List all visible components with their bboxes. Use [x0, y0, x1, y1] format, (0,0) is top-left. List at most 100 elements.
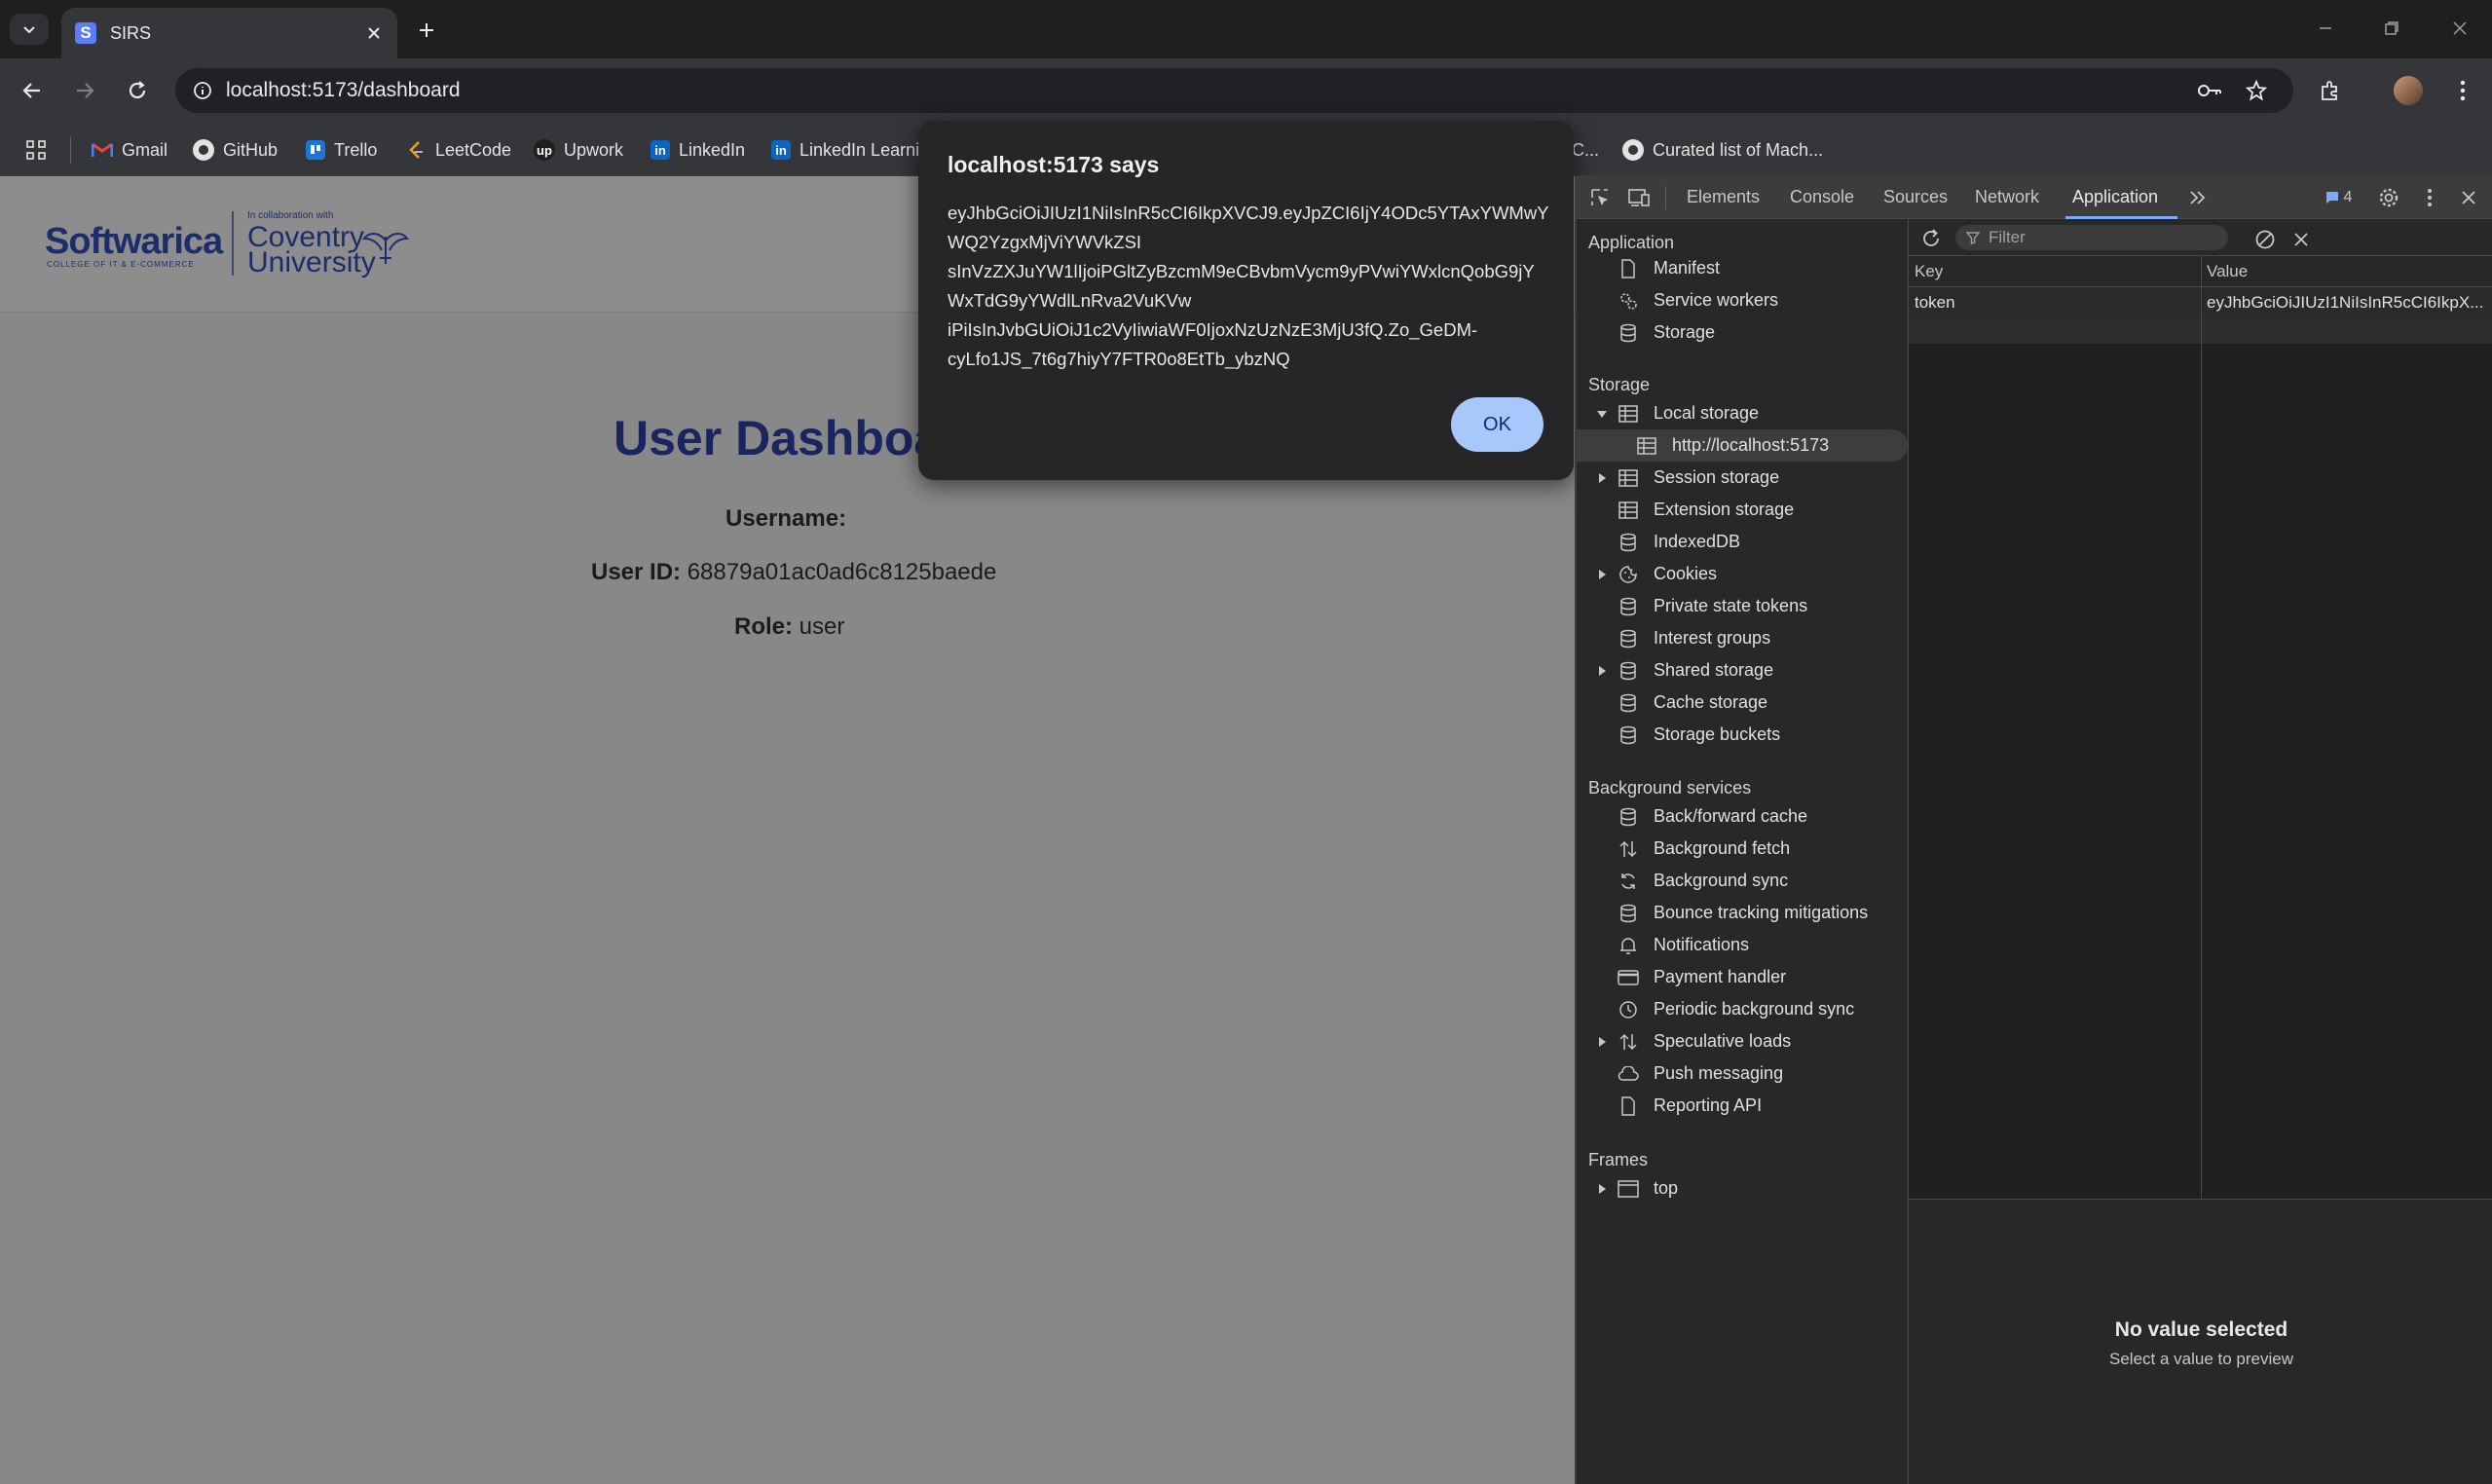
- sidebar-item-session-storage[interactable]: Session storage: [1577, 462, 1908, 494]
- sidebar-item-background-fetch[interactable]: Background fetch: [1577, 833, 1908, 865]
- arrow-right-icon: [77, 83, 94, 98]
- sidebar-item-indexeddb[interactable]: IndexedDB: [1577, 526, 1908, 558]
- profile-button[interactable]: [2392, 74, 2425, 107]
- caret-right-icon[interactable]: [1596, 1183, 1608, 1195]
- restore-icon: [2385, 21, 2399, 35]
- close-icon: [2453, 21, 2467, 35]
- info-icon[interactable]: [193, 81, 212, 100]
- apps-button[interactable]: [25, 135, 47, 165]
- sidebar-item-frame-top[interactable]: top: [1577, 1172, 1908, 1205]
- tab-console[interactable]: Console: [1790, 187, 1854, 207]
- url-text[interactable]: localhost:5173/dashboard: [226, 79, 461, 102]
- sidebar-item-service-workers[interactable]: Service workers: [1577, 284, 1908, 316]
- refresh-button[interactable]: [1918, 226, 1944, 251]
- caret-right-icon[interactable]: [1596, 472, 1608, 484]
- bookmark-github[interactable]: GitHub: [193, 135, 278, 165]
- device-toolbar-button[interactable]: [1625, 184, 1653, 211]
- bookmark-partial[interactable]: C...: [1572, 135, 1599, 165]
- new-tab-button[interactable]: [412, 16, 441, 45]
- sidebar-item-local-storage[interactable]: Local storage: [1577, 397, 1908, 429]
- sidebar-item-storage[interactable]: Storage: [1577, 316, 1908, 349]
- device-mode-icon: [1628, 189, 1650, 206]
- issues-count: 4: [2343, 189, 2353, 205]
- collaboration-label: In collaboration with: [247, 210, 334, 221]
- bookmark-leetcode[interactable]: LeetCode: [405, 135, 511, 165]
- application-sidebar: Application Manifest Service workers Sto…: [1577, 219, 1909, 1484]
- bookmark-linkedin-learning[interactable]: in LinkedIn Learni: [771, 135, 919, 165]
- bookmark-linkedin[interactable]: in LinkedIn: [651, 135, 745, 165]
- sidebar-item-bounce-tracking[interactable]: Bounce tracking mitigations: [1577, 897, 1908, 929]
- reload-button[interactable]: [121, 74, 154, 107]
- column-header-value[interactable]: Value: [2207, 262, 2248, 281]
- devtools-menu-button[interactable]: [2416, 184, 2443, 211]
- password-key-button[interactable]: [2193, 74, 2226, 107]
- sidebar-item-speculative-loads[interactable]: Speculative loads: [1577, 1025, 1908, 1057]
- section-application: Application: [1588, 233, 1675, 252]
- caret-down-icon[interactable]: [1596, 408, 1608, 420]
- bookmark-star-button[interactable]: [2240, 74, 2273, 107]
- tab-application[interactable]: Application: [2072, 187, 2158, 207]
- bookmark-upwork[interactable]: up Upwork: [534, 135, 623, 165]
- browser-tab[interactable]: S SIRS: [61, 8, 397, 58]
- back-button[interactable]: [16, 74, 49, 107]
- window-close-button[interactable]: [2440, 14, 2479, 43]
- sidebar-item-manifest[interactable]: Manifest: [1577, 252, 1908, 284]
- sidebar-item-periodic-background-sync[interactable]: Periodic background sync: [1577, 993, 1908, 1025]
- sidebar-item-background-sync[interactable]: Background sync: [1577, 865, 1908, 897]
- sidebar-item-reporting-api[interactable]: Reporting API: [1577, 1090, 1908, 1122]
- sidebar-item-extension-storage[interactable]: Extension storage: [1577, 494, 1908, 526]
- bookmark-trello[interactable]: Trello: [306, 135, 377, 165]
- sidebar-item-back-forward-cache[interactable]: Back/forward cache: [1577, 800, 1908, 833]
- user-id-label: User ID:: [591, 559, 682, 585]
- forward-button[interactable]: [68, 74, 101, 107]
- sidebar-item-private-state-tokens[interactable]: Private state tokens: [1577, 590, 1908, 622]
- bookmark-curated-list[interactable]: Curated list of Mach...: [1622, 135, 1823, 165]
- database-icon: [1618, 628, 1639, 649]
- toolbar-divider: [1665, 186, 1666, 209]
- more-tabs-button[interactable]: [2184, 184, 2212, 211]
- linkedin-icon: in: [771, 140, 791, 160]
- tab-sources[interactable]: Sources: [1883, 187, 1948, 207]
- cloud-icon: [1618, 1063, 1639, 1085]
- delete-selected-button[interactable]: [2288, 227, 2314, 252]
- devtools-settings-button[interactable]: [2375, 184, 2402, 211]
- sidebar-item-notifications[interactable]: Notifications: [1577, 929, 1908, 961]
- devtools-close-button[interactable]: [2455, 184, 2482, 211]
- filter-input[interactable]: Filter: [1955, 225, 2228, 250]
- sidebar-item-push-messaging[interactable]: Push messaging: [1577, 1057, 1908, 1090]
- bookmark-gmail[interactable]: Gmail: [92, 135, 167, 165]
- database-icon: [1618, 532, 1639, 553]
- sidebar-item-cache-storage[interactable]: Cache storage: [1577, 686, 1908, 719]
- clear-all-button[interactable]: [2252, 227, 2278, 252]
- ok-button[interactable]: OK: [1451, 397, 1544, 452]
- address-bar[interactable]: localhost:5173/dashboard: [175, 68, 2293, 113]
- sidebar-item-shared-storage[interactable]: Shared storage: [1577, 654, 1908, 686]
- tab-title: SIRS: [110, 22, 152, 43]
- role-row: Role: user: [734, 613, 844, 641]
- sidebar-item-payment-handler[interactable]: Payment handler: [1577, 961, 1908, 993]
- issues-counter[interactable]: 4: [2317, 184, 2360, 211]
- tab-elements[interactable]: Elements: [1687, 187, 1760, 207]
- minimize-button[interactable]: [2306, 14, 2345, 43]
- sidebar-item-interest-groups[interactable]: Interest groups: [1577, 622, 1908, 654]
- section-background-services: Background services: [1588, 778, 1752, 798]
- browser-menu-button[interactable]: [2446, 74, 2479, 107]
- caret-right-icon[interactable]: [1596, 1036, 1608, 1048]
- softwarica-logo[interactable]: Softwarica: [45, 221, 223, 263]
- sidebar-item-localhost-origin[interactable]: http://localhost:5173: [1577, 429, 1908, 462]
- tab-network[interactable]: Network: [1975, 187, 2039, 207]
- tab-search-button[interactable]: [10, 14, 49, 45]
- caret-right-icon[interactable]: [1596, 569, 1608, 580]
- sidebar-item-storage-buckets[interactable]: Storage buckets: [1577, 719, 1908, 751]
- tab-close-button[interactable]: [364, 23, 384, 43]
- column-header-key[interactable]: Key: [1915, 262, 1943, 281]
- close-icon: [368, 27, 380, 39]
- extensions-button[interactable]: [2314, 74, 2347, 107]
- coventry-logo[interactable]: Coventry University: [247, 223, 376, 278]
- inspect-element-button[interactable]: [1586, 184, 1614, 211]
- block-icon: [2255, 230, 2275, 249]
- restore-button[interactable]: [2372, 14, 2411, 43]
- caret-right-icon[interactable]: [1596, 665, 1608, 677]
- sidebar-item-cookies[interactable]: Cookies: [1577, 558, 1908, 590]
- filter-icon: [1965, 232, 1981, 244]
